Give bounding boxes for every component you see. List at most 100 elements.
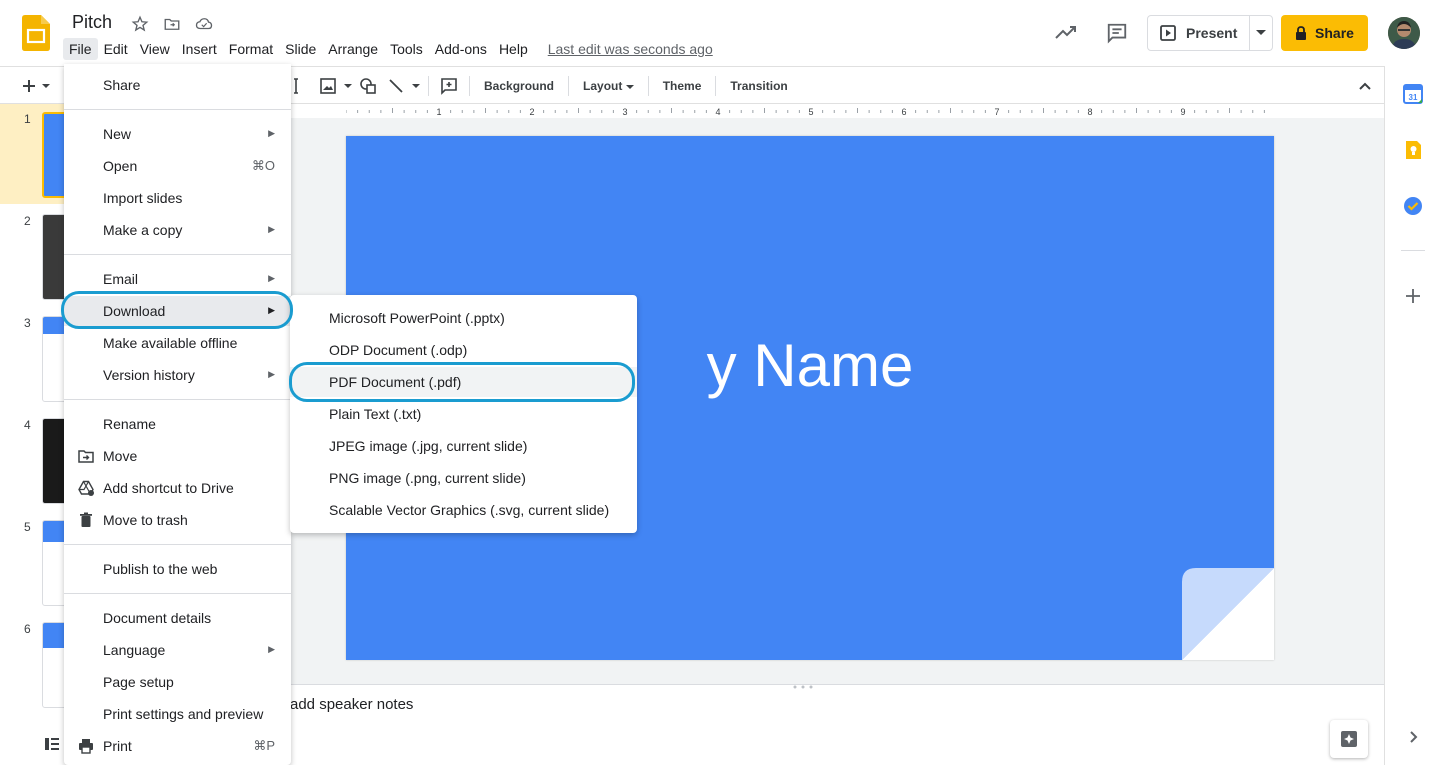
side-panel-separator (1401, 250, 1425, 251)
svg-text:31: 31 (1409, 93, 1418, 102)
file-menu-move-to-trash[interactable]: Move to trash (64, 505, 291, 535)
menu-slide[interactable]: Slide (279, 38, 322, 60)
menu-item-label: Document details (103, 610, 212, 626)
menu-arrange[interactable]: Arrange (322, 38, 384, 60)
menu-format[interactable]: Format (223, 38, 279, 60)
menu-tools[interactable]: Tools (384, 38, 429, 60)
menu-edit[interactable]: Edit (98, 38, 134, 60)
download-pdf[interactable]: PDF Document (.pdf) (290, 367, 637, 397)
file-menu-print[interactable]: Print ⌘P (64, 731, 291, 761)
ruler-label: 1 (436, 107, 441, 117)
document-title[interactable]: Pitch (72, 12, 112, 33)
add-icon[interactable] (1403, 286, 1423, 306)
shape-icon[interactable] (356, 74, 380, 98)
share-button[interactable]: Share (1281, 15, 1368, 51)
ruler-label: 7 (994, 107, 999, 117)
file-menu-new[interactable]: New ▶ (64, 119, 291, 149)
menu-item-label: Import slides (103, 190, 183, 206)
present-dropdown[interactable] (1250, 16, 1272, 50)
transition-button[interactable]: Transition (724, 79, 793, 93)
comment-history-icon[interactable] (1106, 22, 1128, 44)
keep-icon[interactable] (1403, 140, 1423, 160)
file-menu-add-shortcut[interactable]: Add shortcut to Drive (64, 473, 291, 503)
file-menu-page-setup[interactable]: Page setup (64, 667, 291, 697)
ruler-label: 2 (529, 107, 534, 117)
toolbar-separator (647, 76, 649, 96)
filmstrip-slide[interactable]: 1 (0, 104, 72, 204)
menu-shortcut: ⌘P (253, 738, 275, 753)
present-label: Present (1186, 25, 1238, 41)
download-pptx[interactable]: Microsoft PowerPoint (.pptx) (290, 303, 637, 333)
menu-insert[interactable]: Insert (176, 38, 223, 60)
speaker-notes[interactable]: add speaker notes (290, 696, 413, 713)
file-menu-open[interactable]: Open ⌘O (64, 151, 291, 181)
last-edit-link[interactable]: Last edit was seconds ago (548, 41, 713, 57)
toolbar-separator (715, 76, 717, 96)
image-icon[interactable] (316, 74, 340, 98)
present-button[interactable]: Present (1148, 16, 1250, 50)
menu-item-label: Version history (103, 367, 195, 383)
menu-item-label: Download (103, 303, 166, 319)
star-icon[interactable] (130, 14, 150, 34)
file-menu-make-a-copy[interactable]: Make a copy ▶ (64, 215, 291, 245)
filmstrip-slide[interactable]: 3 (0, 308, 72, 408)
download-odp[interactable]: ODP Document (.odp) (290, 335, 637, 365)
ruler-label: 5 (808, 107, 813, 117)
file-menu-import-slides[interactable]: Import slides (64, 183, 291, 213)
file-menu-email[interactable]: Email ▶ (64, 264, 291, 294)
filmstrip-slide[interactable]: 5 (0, 512, 72, 612)
download-svg[interactable]: Scalable Vector Graphics (.svg, current … (290, 495, 637, 525)
menu-item-label: Add shortcut to Drive (103, 480, 234, 496)
filmstrip-slide[interactable]: 6 (0, 614, 72, 714)
explore-button[interactable] (1330, 720, 1368, 758)
activity-dashboard-icon[interactable] (1054, 22, 1078, 42)
chevron-right-icon[interactable] (1403, 727, 1423, 747)
move-folder-icon[interactable] (162, 14, 182, 34)
file-menu-version-history[interactable]: Version history ▶ (64, 360, 291, 390)
file-menu-publish-to-web[interactable]: Publish to the web (64, 554, 291, 584)
theme-button[interactable]: Theme (657, 79, 708, 93)
submenu-arrow-icon: ▶ (268, 273, 275, 283)
caret-down-icon (42, 83, 50, 88)
move-icon (78, 448, 94, 464)
menu-view[interactable]: View (134, 38, 176, 60)
share-label: Share (1315, 25, 1354, 41)
cloud-saved-icon[interactable] (194, 14, 214, 34)
menu-help[interactable]: Help (493, 38, 534, 60)
filmstrip-slide[interactable]: 2 (0, 206, 72, 306)
text-box-icon[interactable] (288, 74, 312, 98)
account-avatar[interactable] (1388, 17, 1420, 49)
file-menu-download[interactable]: Download ▶ (64, 296, 291, 326)
download-txt[interactable]: Plain Text (.txt) (290, 399, 637, 429)
notes-divider (290, 684, 1384, 685)
file-menu-document-details[interactable]: Document details (64, 603, 291, 633)
file-menu-share[interactable]: Share (64, 70, 291, 100)
caret-down-icon[interactable] (412, 83, 420, 89)
notes-resize-handle[interactable] (792, 677, 814, 689)
menu-shortcut: ⌘O (251, 158, 275, 173)
file-menu-move[interactable]: Move (64, 441, 291, 471)
ruler-label: 3 (622, 107, 627, 117)
background-button[interactable]: Background (478, 79, 560, 93)
new-slide-button[interactable] (22, 73, 66, 99)
slides-logo-icon[interactable] (22, 15, 50, 51)
file-menu-rename[interactable]: Rename (64, 409, 291, 439)
filmstrip-slide[interactable]: 4 (0, 410, 72, 510)
line-icon[interactable] (384, 74, 408, 98)
file-menu-print-settings[interactable]: Print settings and preview (64, 699, 291, 729)
collapse-toolbar-icon[interactable] (1356, 77, 1374, 95)
menu-separator (64, 399, 291, 400)
file-menu-make-available-offline[interactable]: Make available offline (64, 328, 291, 358)
file-menu-language[interactable]: Language ▶ (64, 635, 291, 665)
menu-file[interactable]: File (63, 38, 98, 60)
grid-view-icon[interactable] (44, 736, 64, 756)
menu-addons[interactable]: Add-ons (429, 38, 493, 60)
calendar-icon[interactable]: 31 (1403, 84, 1423, 104)
ruler-label: 6 (901, 107, 906, 117)
download-jpg[interactable]: JPEG image (.jpg, current slide) (290, 431, 637, 461)
layout-button[interactable]: Layout (577, 79, 640, 93)
download-png[interactable]: PNG image (.png, current slide) (290, 463, 637, 493)
caret-down-icon[interactable] (344, 83, 352, 89)
add-comment-icon[interactable] (437, 74, 461, 98)
tasks-icon[interactable] (1403, 196, 1423, 216)
